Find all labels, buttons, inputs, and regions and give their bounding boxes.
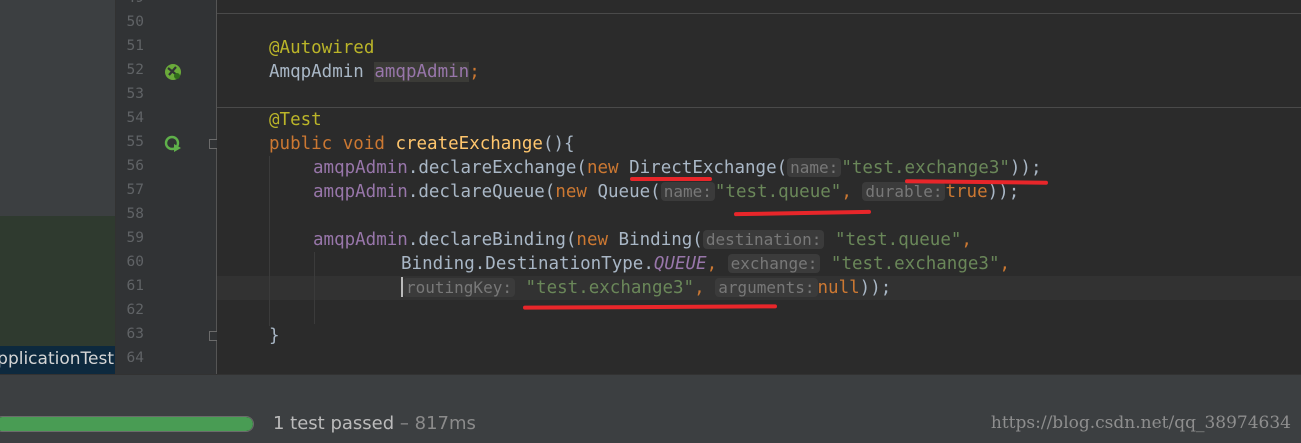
field-name: amqpAdmin <box>374 62 470 82</box>
semicolon: ; <box>469 62 480 82</box>
keywords: public void <box>269 134 396 154</box>
keyword-null: null <box>817 278 860 298</box>
project-panel: pplicationTest <box>0 0 116 374</box>
red-underline-mark <box>630 177 712 181</box>
line-number: 51 <box>126 38 144 54</box>
red-underline-mark <box>522 304 778 310</box>
line-number: 63 <box>126 326 144 342</box>
type-name: AmqpAdmin <box>269 62 375 82</box>
keyword-new: new <box>555 182 587 202</box>
watermark-text: https://blog.csdn.net/qq_38974634 <box>990 413 1291 433</box>
keyword-new: new <box>576 230 609 250</box>
indent-guide <box>314 252 315 324</box>
param-hint: destination: <box>702 230 825 249</box>
code-editor[interactable]: @Autowired AmqpAdmin amqpAdmin; @Test pu… <box>217 0 1301 374</box>
param-hint: name: <box>787 158 842 177</box>
red-underline-mark <box>733 209 872 217</box>
line-number: 60 <box>126 254 144 270</box>
string-literal: "test.exchange3" <box>830 254 1000 274</box>
line-number: 54 <box>126 110 144 126</box>
closing-brace: } <box>269 326 280 346</box>
line-number: 53 <box>126 86 144 102</box>
close-parens: )); <box>1009 158 1042 178</box>
comma: , <box>961 230 972 250</box>
class-ctor: Binding( <box>608 230 703 250</box>
line-number: 57 <box>126 182 144 198</box>
keyword-new: new <box>586 158 619 178</box>
keyword-true: true <box>945 182 988 202</box>
line-number: 59 <box>126 230 144 246</box>
line-number: 61 <box>126 278 144 294</box>
run-panel-header <box>0 374 1301 403</box>
close-parens: )); <box>859 278 892 298</box>
string-literal: "test.exchange3" <box>841 158 1010 178</box>
line-number: 58 <box>126 206 144 222</box>
project-tree-selected-label[interactable]: pplicationTest <box>0 349 114 369</box>
param-hint: arguments: <box>715 278 818 297</box>
field-ref: amqpAdmin <box>313 158 408 178</box>
annotation: @Test <box>269 110 322 130</box>
comma: , <box>694 278 705 298</box>
line-numbers: 49 50 51 52 53 54 55 56 57 58 59 60 61 6… <box>116 0 144 374</box>
annotation: @Autowired <box>269 38 375 58</box>
test-duration: – 817ms <box>394 413 476 434</box>
indent-guide <box>269 156 270 326</box>
class-ctor: DirectExchange( <box>618 158 788 178</box>
class-ctor: Queue( <box>586 182 661 202</box>
method-call: .declareQueue( <box>407 182 556 202</box>
field-ref: amqpAdmin <box>313 182 408 202</box>
method-params: (){ <box>542 134 575 154</box>
close-parens: )); <box>987 182 1020 202</box>
method-call: .declareExchange( <box>407 158 587 178</box>
method-separator <box>217 13 1301 14</box>
enum-path: Binding.DestinationType. <box>401 254 654 274</box>
test-run-status-bar: 1 test passed – 817ms https://blog.csdn.… <box>0 402 1301 443</box>
param-hint: routingKey: <box>403 278 515 297</box>
run-test-icon[interactable] <box>163 134 183 154</box>
enum-constant: QUEUE <box>653 254 707 274</box>
line-number: 62 <box>126 302 144 318</box>
code-line-54: @Test <box>269 108 322 132</box>
method-call: .declareBinding( <box>407 230 577 250</box>
code-line-63: } <box>269 324 280 348</box>
line-number: 55 <box>126 134 144 150</box>
line-number: 50 <box>126 14 144 30</box>
editor-gutter: 49 50 51 52 53 54 55 56 57 58 59 60 61 6… <box>116 0 219 374</box>
project-panel-highlight <box>0 216 116 346</box>
code-line-59: amqpAdmin.declareBinding(new Binding(des… <box>313 228 972 252</box>
test-result-text: 1 test passed <box>273 413 395 434</box>
code-line-55: public void createExchange(){ <box>269 132 575 156</box>
code-line-60: Binding.DestinationType.QUEUE, exchange:… <box>401 252 1010 276</box>
test-result: 1 test passed – 817ms <box>273 413 476 434</box>
test-progress-bar <box>0 416 254 432</box>
line-number: 56 <box>126 158 144 174</box>
comma: , <box>706 254 718 274</box>
comma: , <box>999 254 1011 274</box>
method-name: createExchange <box>395 134 543 154</box>
code-line-52: AmqpAdmin amqpAdmin; <box>269 60 480 84</box>
comma: , <box>841 182 852 202</box>
line-number: 64 <box>126 350 144 366</box>
param-hint: durable: <box>862 182 946 201</box>
line-number: 49 <box>116 0 144 14</box>
field-ref: amqpAdmin <box>313 230 408 250</box>
bean-autowired-icon[interactable] <box>163 62 183 82</box>
param-hint: name: <box>660 182 715 201</box>
code-line-61: routingKey: "test.exchange3", arguments:… <box>401 276 891 300</box>
string-literal: "test.queue" <box>834 230 962 250</box>
string-literal: "test.queue" <box>714 182 842 202</box>
line-number: 52 <box>126 62 144 78</box>
code-line-51: @Autowired <box>269 36 374 60</box>
string-literal: "test.exchange3" <box>525 278 695 298</box>
method-separator <box>217 107 1301 108</box>
test-progress-fill <box>0 417 253 431</box>
code-line-57: amqpAdmin.declareQueue(new Queue(name: "t… <box>313 180 1019 204</box>
param-hint: exchange: <box>727 254 821 273</box>
